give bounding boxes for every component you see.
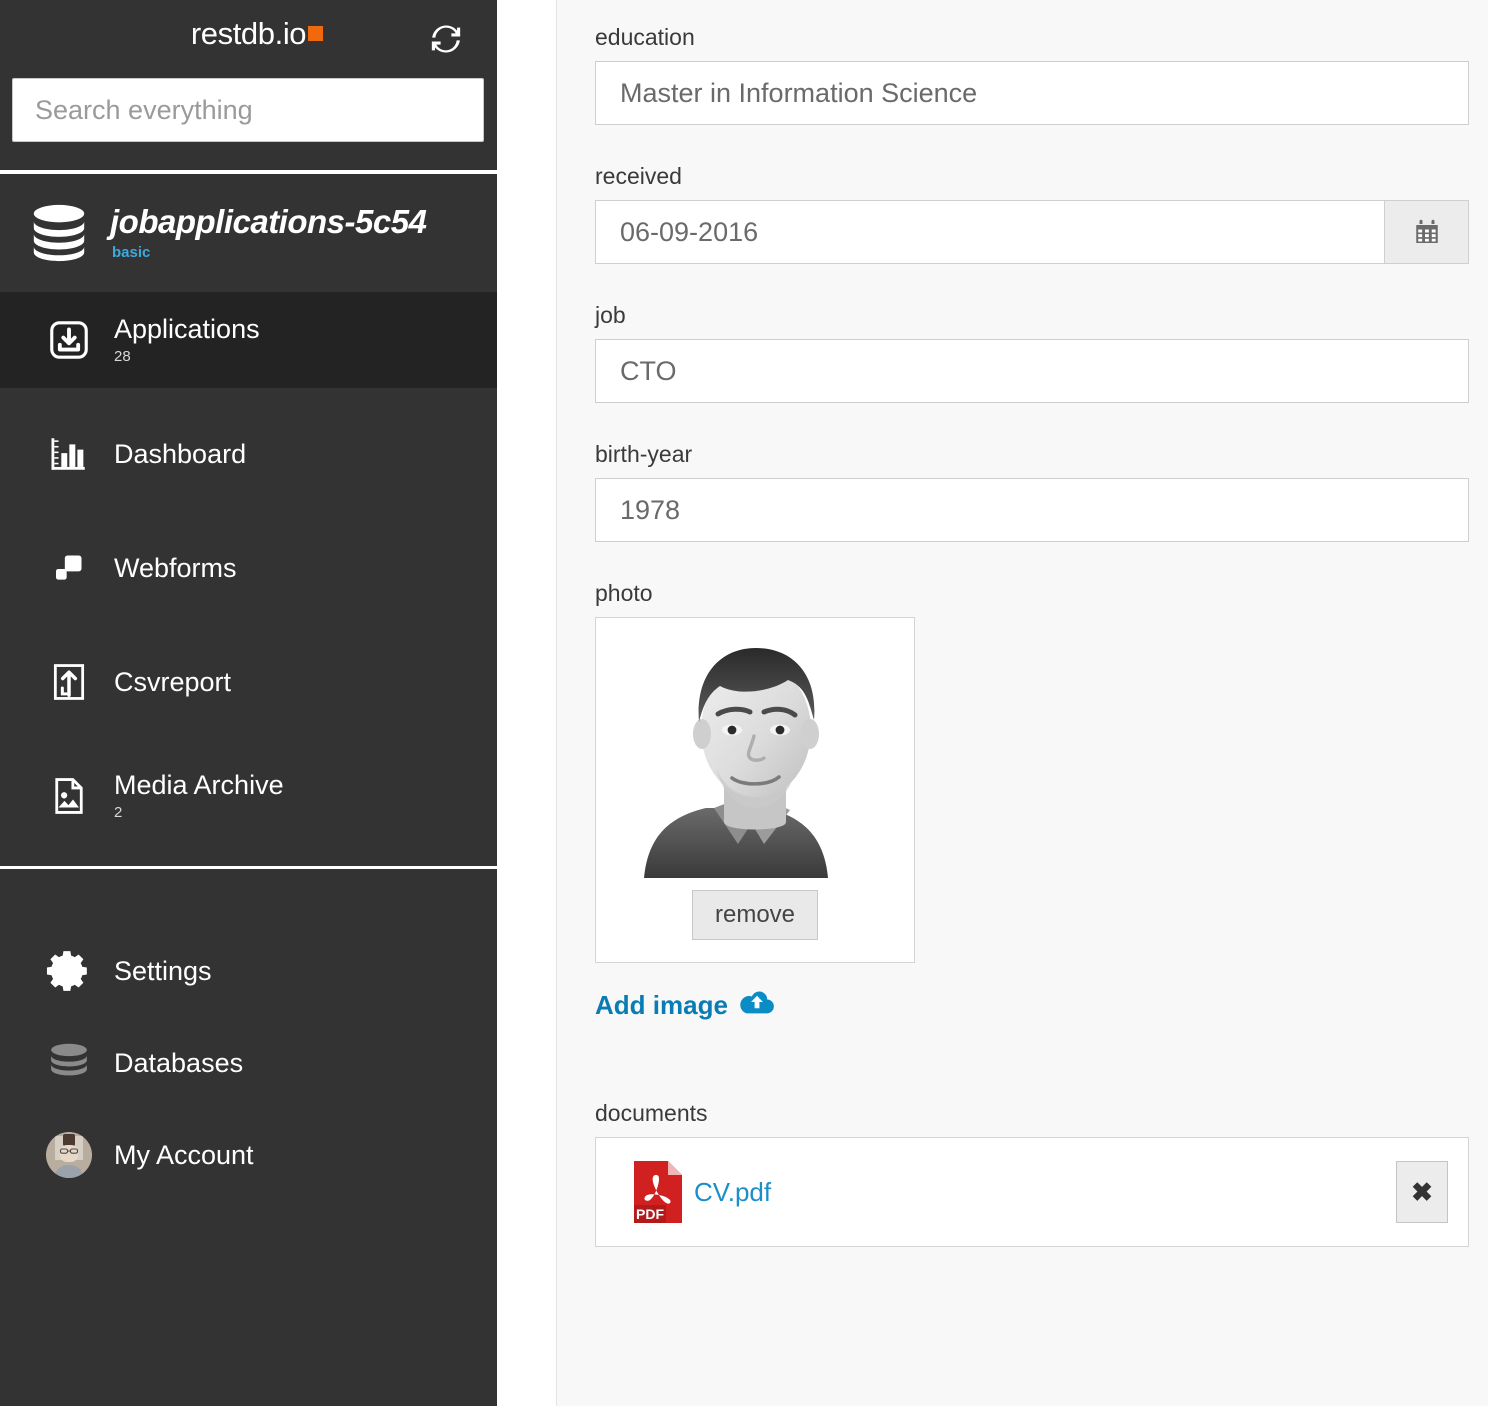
sidebar-item-label: Applications	[114, 313, 260, 344]
sidebar-item-label: Media Archive	[114, 769, 284, 800]
sidebar-bottom-nav: Settings Databases My Account	[0, 869, 497, 1201]
sidebar-brand-bar: restdb.io	[0, 0, 497, 78]
field-label-received: received	[595, 163, 682, 189]
pdf-file-icon: PDF	[632, 1161, 684, 1223]
bar-chart-icon	[46, 431, 92, 477]
database-plan-badge: basic	[112, 244, 151, 261]
sidebar-item-count: 28	[114, 348, 131, 366]
sidebar-item-applications[interactable]: Applications 28	[0, 292, 497, 388]
layout-gutter	[497, 0, 556, 1406]
remove-photo-button[interactable]: remove	[691, 890, 819, 940]
sidebar-item-label: Settings	[114, 955, 212, 986]
database-name: jobapplications-5c54	[110, 203, 427, 240]
sidebar-item-dashboard-text: Dashboard	[114, 438, 247, 469]
database-header[interactable]: jobapplications-5c54 basic	[0, 174, 497, 292]
sidebar-item-media-archive[interactable]: Media Archive 2	[0, 748, 497, 844]
field-job: job	[595, 302, 1470, 403]
sidebar-item-csvreport-text: Csvreport	[114, 666, 232, 697]
field-education: education	[595, 24, 1470, 125]
database-titles: jobapplications-5c54 basic	[110, 203, 427, 261]
app-root: restdb.io Search everything jobapplicati…	[0, 0, 1488, 1406]
document-link[interactable]: CV.pdf	[694, 1177, 771, 1208]
field-label-birth-year: birth-year	[595, 441, 693, 467]
field-label-documents: documents	[595, 1100, 708, 1126]
gear-icon	[46, 948, 92, 994]
delete-document-button[interactable]: ✖	[1396, 1161, 1448, 1223]
record-form-panel: education received	[556, 0, 1488, 1406]
photo-thumbnail-card: remove	[595, 617, 915, 963]
refresh-icon[interactable]	[429, 22, 463, 56]
add-image-label: Add image	[595, 990, 728, 1020]
app-logo: restdb.io	[0, 16, 497, 52]
sidebar: restdb.io Search everything jobapplicati…	[0, 0, 497, 1406]
image-file-icon	[46, 773, 92, 819]
search-container	[0, 78, 497, 142]
sidebar-item-settings[interactable]: Settings	[0, 925, 497, 1017]
calendar-icon[interactable]	[1384, 200, 1469, 264]
education-input[interactable]	[595, 61, 1469, 125]
field-birth-year: birth-year	[595, 441, 1470, 542]
cloud-upload-icon	[740, 989, 774, 1022]
sidebar-item-label: My Account	[114, 1139, 254, 1170]
logo-orange-square-icon	[308, 26, 324, 41]
sidebar-item-my-account[interactable]: My Account	[0, 1109, 497, 1201]
received-date-input[interactable]	[595, 200, 1384, 264]
sidebar-item-label: Databases	[114, 1047, 244, 1078]
sidebar-item-media-archive-text: Media Archive 2	[114, 769, 284, 822]
received-input-group	[595, 200, 1469, 264]
search-input[interactable]	[12, 78, 484, 142]
sidebar-item-count: 2	[114, 804, 123, 822]
app-logo-text: restdb.io	[190, 16, 307, 51]
add-image-link[interactable]: Add image	[595, 989, 774, 1022]
inbox-download-icon	[46, 317, 92, 363]
sidebar-item-label: Dashboard	[114, 438, 247, 469]
documents-list: PDF CV.pdf ✖	[595, 1137, 1469, 1247]
field-label-photo: photo	[595, 580, 653, 606]
birth-year-input[interactable]	[595, 478, 1469, 542]
field-label-job: job	[595, 302, 626, 328]
sidebar-item-databases[interactable]: Databases	[0, 1017, 497, 1109]
sidebar-item-csvreport[interactable]: Csvreport	[0, 634, 497, 730]
field-photo: photo remove Add image	[595, 580, 1470, 1022]
sidebar-item-settings-text: Settings	[114, 955, 212, 986]
avatar	[46, 1132, 92, 1178]
list-item: PDF CV.pdf ✖	[632, 1161, 1448, 1223]
webforms-icon	[46, 545, 92, 591]
field-received: received	[595, 163, 1470, 264]
sidebar-item-databases-text: Databases	[114, 1047, 244, 1078]
sidebar-item-label: Csvreport	[114, 666, 232, 697]
svg-text:PDF: PDF	[636, 1206, 664, 1222]
field-documents: documents PDF CV.pdf ✖	[595, 1100, 1470, 1247]
sidebar-item-label: Webforms	[114, 552, 237, 583]
database-stack-icon	[46, 1040, 92, 1086]
field-label-education: education	[595, 24, 695, 50]
sidebar-item-applications-text: Applications 28	[114, 313, 260, 366]
csv-upload-icon	[46, 659, 92, 705]
job-input[interactable]	[595, 339, 1469, 403]
photo-image	[596, 618, 914, 878]
sidebar-item-my-account-text: My Account	[114, 1139, 254, 1170]
database-icon	[28, 202, 90, 264]
sidebar-item-webforms[interactable]: Webforms	[0, 520, 497, 616]
sidebar-item-webforms-text: Webforms	[114, 552, 237, 583]
sidebar-item-dashboard[interactable]: Dashboard	[0, 406, 497, 502]
